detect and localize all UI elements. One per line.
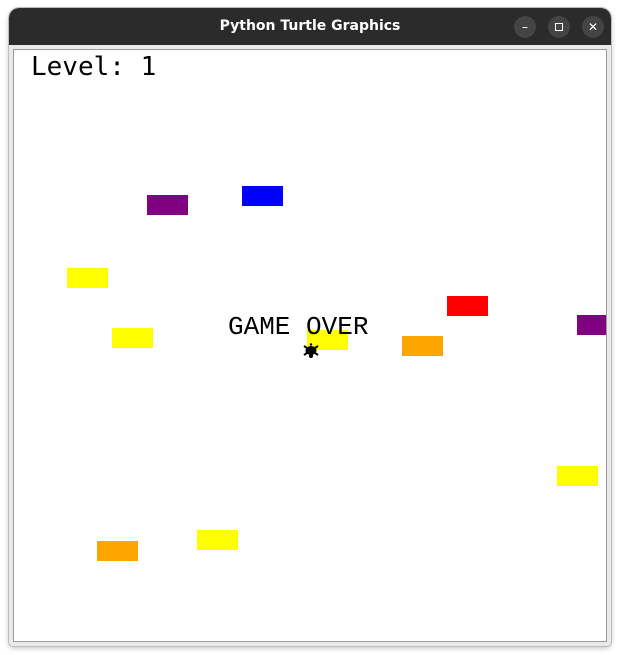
obstacle-block [67, 268, 108, 288]
title-bar: Python Turtle Graphics – ✕ [9, 8, 611, 45]
maximize-button[interactable] [548, 16, 570, 38]
turtle-canvas[interactable]: Level: 1 GAME OVER [13, 49, 607, 642]
obstacle-block [557, 466, 598, 486]
obstacle-block [577, 315, 606, 335]
maximize-icon [555, 22, 563, 31]
obstacle-block [97, 541, 138, 561]
minimize-button[interactable]: – [514, 16, 536, 38]
turtle-icon [303, 343, 319, 358]
game-over-text: GAME OVER [228, 312, 369, 342]
obstacle-block [402, 336, 443, 356]
obstacle-block [147, 195, 188, 215]
obstacle-block [112, 328, 153, 348]
close-button[interactable]: ✕ [582, 16, 604, 38]
app-window: Python Turtle Graphics – ✕ Level: 1 GAME… [9, 8, 611, 646]
obstacle-block [447, 296, 488, 316]
obstacle-block [197, 530, 238, 550]
level-label: Level: 1 [31, 52, 157, 82]
obstacle-block [242, 186, 283, 206]
